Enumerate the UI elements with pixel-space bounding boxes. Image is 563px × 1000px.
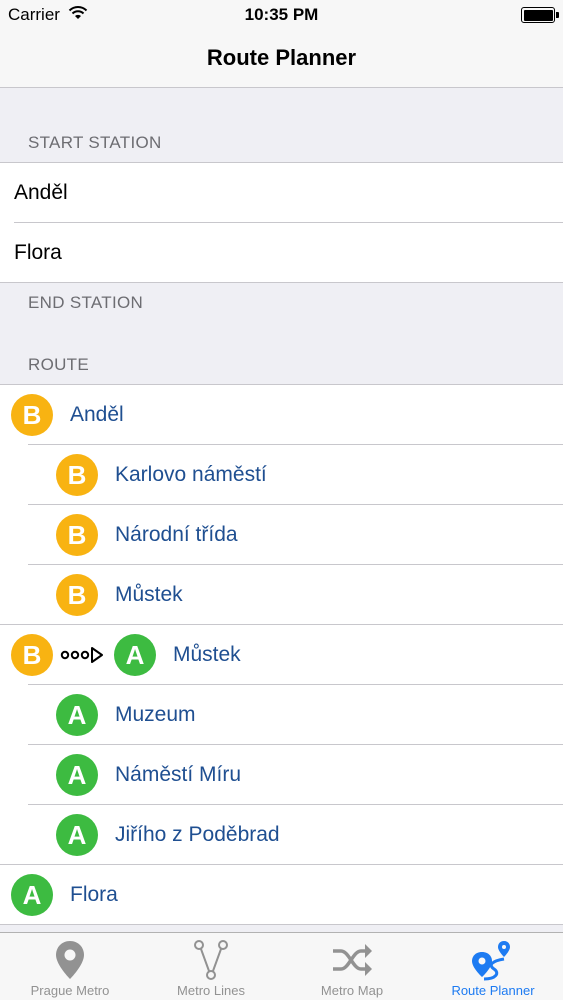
station-name: Anděl [14, 181, 68, 204]
route-stop-name: Náměstí Míru [115, 763, 242, 786]
route-stop-name: Můstek [115, 583, 183, 606]
route-stop-name: Jiřího z Poděbrad [115, 823, 280, 846]
route-stop-name: Národní třída [115, 523, 238, 546]
route-stop[interactable]: B Karlovo náměstí [0, 445, 563, 505]
route-stop-name: Muzeum [115, 703, 196, 726]
route-header: ROUTE [28, 355, 89, 374]
status-bar: Carrier 10:35 PM [0, 0, 563, 30]
route-stop-name: Karlovo náměstí [115, 463, 267, 486]
line-a-badge: A [56, 814, 98, 856]
tab-metro-lines[interactable]: Metro Lines [141, 933, 281, 1000]
route-icon [472, 941, 510, 981]
tab-label: Metro Lines [177, 983, 245, 998]
line-a-badge: A [114, 634, 156, 676]
shuffle-icon [333, 944, 372, 976]
tab-metro-map[interactable]: Metro Map [282, 933, 422, 1000]
line-b-badge: B [11, 634, 53, 676]
tab-prague-metro[interactable]: Prague Metro [0, 933, 140, 1000]
line-b-badge: B [56, 514, 98, 556]
page-title: Route Planner [206, 45, 357, 70]
route-stop[interactable]: B Anděl [0, 385, 563, 445]
line-a-badge: A [11, 874, 53, 916]
route-stop[interactable]: A Náměstí Míru [0, 745, 563, 805]
line-a-badge: A [56, 754, 98, 796]
line-a-badge: A [56, 694, 98, 736]
location-pin-icon [56, 941, 84, 979]
route-stop[interactable]: B Národní třída [0, 505, 563, 565]
line-b-badge: B [56, 454, 98, 496]
route-stop[interactable]: B Můstek [0, 565, 563, 625]
tab-label: Metro Map [320, 983, 384, 998]
route-stop[interactable]: A Jiřího z Poděbrad [0, 805, 563, 865]
navigation-bar: Route Planner [0, 30, 563, 88]
transfer-arrow-icon [60, 643, 106, 667]
tab-label: Prague Metro [30, 983, 110, 998]
start-station-header: START STATION [28, 133, 162, 152]
route-stop-name: Anděl [70, 403, 124, 426]
end-station-header: END STATION [28, 293, 144, 312]
line-b-badge: B [11, 394, 53, 436]
clock: 10:35 PM [244, 5, 319, 24]
tab-route-planner[interactable]: Route Planner [423, 933, 563, 1000]
lines-icon [194, 940, 228, 980]
station-name: Flora [14, 241, 62, 264]
route-stop[interactable]: A Muzeum [0, 685, 563, 745]
line-b-badge: B [56, 574, 98, 616]
route-transfer-stop[interactable]: B A Můstek [0, 625, 563, 685]
tab-bar: Prague Metro Metro Lines Metro Map Route… [0, 932, 563, 1000]
route-stop-name: Můstek [173, 643, 241, 666]
start-station-option-andel[interactable]: Anděl [0, 163, 563, 223]
battery-icon [521, 7, 559, 23]
tab-label: Route Planner [451, 983, 535, 998]
route-stop-name: Flora [70, 883, 118, 906]
route-stop[interactable]: A Flora [0, 865, 563, 925]
start-station-option-flora[interactable]: Flora [0, 223, 563, 283]
